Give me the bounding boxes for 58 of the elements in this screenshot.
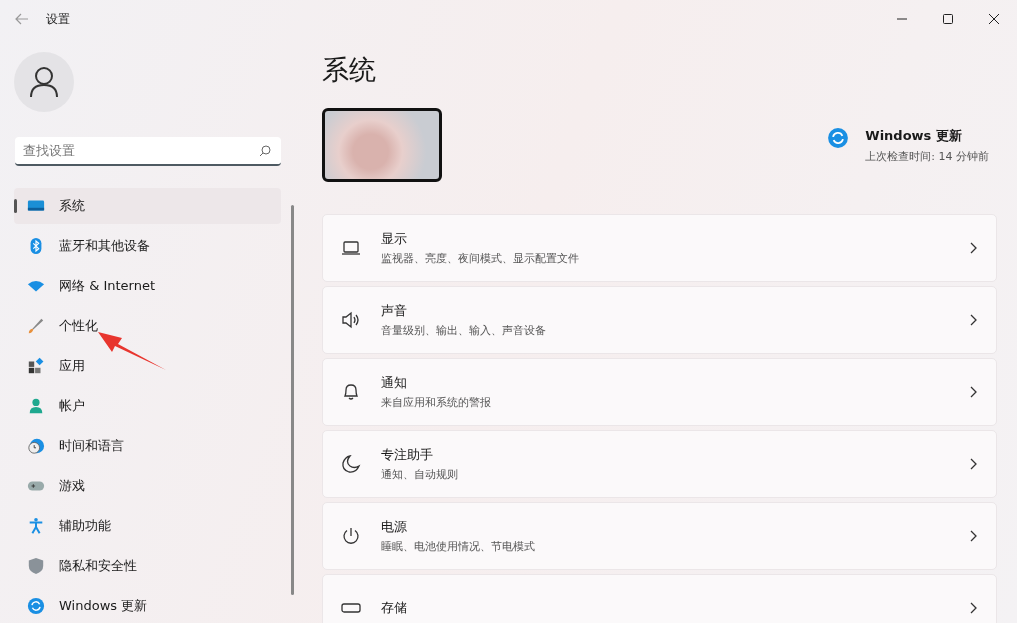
moon-icon [341,454,361,474]
sidebar-item[interactable]: 蓝牙和其他设备 [14,228,281,264]
card-subtitle: 通知、自动规则 [381,467,458,482]
chevron-icon [968,385,978,399]
search-field[interactable]: 查找设置 [15,137,281,166]
access-icon [27,517,45,535]
chevron-icon [968,529,978,543]
search-icon [259,145,271,157]
settings-card[interactable]: 通知 来自应用和系统的警报 [322,358,997,426]
sidebar-item[interactable]: 游戏 [14,468,281,504]
settings-card[interactable]: 电源 睡眠、电池使用情况、节电模式 [322,502,997,570]
chevron-icon [968,457,978,471]
sidebar-item[interactable]: 时间和语言 [14,428,281,464]
update-status: 上次检查时间: 14 分钟前 [865,148,989,164]
account-icon [27,397,45,415]
display-icon [341,238,361,258]
card-subtitle: 睡眠、电池使用情况、节电模式 [381,539,535,554]
sidebar-item[interactable]: Windows 更新 [14,588,281,623]
bell-icon [341,382,361,402]
window-title: 设置 [46,10,70,28]
chevron-icon [968,601,978,615]
back-arrow-icon[interactable] [14,11,30,27]
settings-card[interactable]: 存储 [322,574,997,623]
card-subtitle: 来自应用和系统的警报 [381,395,491,410]
chevron-icon [968,241,978,255]
card-title: 显示 [381,230,408,248]
wallpaper-thumbnail[interactable] [322,108,442,182]
card-subtitle: 音量级别、输出、输入、声音设备 [381,323,546,338]
time-icon [27,437,45,455]
sidebar-item[interactable]: 系统 [14,188,281,224]
sidebar-item[interactable]: 网络 & Internet [14,268,281,304]
update-icon [27,597,45,615]
update-title[interactable]: Windows 更新 [865,126,989,145]
sidebar-item[interactable]: 帐户 [14,388,281,424]
card-title: 电源 [381,518,408,536]
card-title: 专注助手 [381,446,434,464]
maximize-icon [943,14,953,24]
power-icon [341,526,361,546]
settings-card[interactable]: 显示 监视器、亮度、夜间模式、显示配置文件 [322,214,997,282]
update-icon [827,126,850,149]
chevron-icon [968,313,978,327]
sound-icon [341,310,361,330]
card-title: 声音 [381,302,408,320]
apps-icon [27,357,45,375]
sidebar-item[interactable]: 隐私和安全性 [14,548,281,584]
brush-icon [27,317,45,335]
card-subtitle: 监视器、亮度、夜间模式、显示配置文件 [381,251,579,266]
sidebar-item[interactable]: 应用 [14,348,281,384]
close-icon [989,14,999,24]
page-title: 系统 [322,53,377,87]
card-title: 存储 [381,599,407,617]
settings-card[interactable]: 专注助手 通知、自动规则 [322,430,997,498]
card-title: 通知 [381,374,408,392]
sidebar-item[interactable]: 辅助功能 [14,508,281,544]
settings-card[interactable]: 声音 音量级别、输出、输入、声音设备 [322,286,997,354]
scrollbar-thumb[interactable] [291,205,294,595]
shield-icon [27,557,45,575]
sidebar-item[interactable]: 个性化 [14,308,281,344]
